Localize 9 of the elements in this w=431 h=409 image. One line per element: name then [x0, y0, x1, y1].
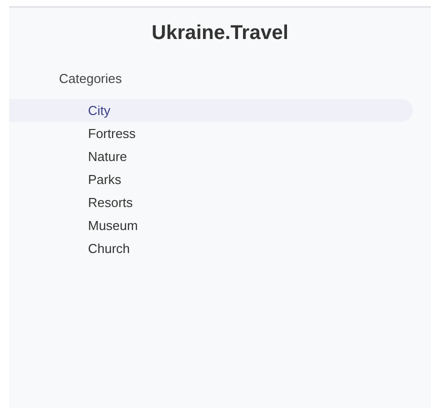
- category-item[interactable]: Parks: [9, 168, 413, 191]
- category-item[interactable]: Resorts: [9, 191, 413, 214]
- category-item[interactable]: City: [9, 99, 413, 122]
- category-item[interactable]: Church: [9, 237, 413, 260]
- category-item[interactable]: Fortress: [9, 122, 413, 145]
- category-item[interactable]: Nature: [9, 145, 413, 168]
- category-item[interactable]: Museum: [9, 214, 413, 237]
- app-title: Ukraine.Travel: [152, 21, 288, 46]
- section-heading: Categories: [59, 71, 122, 86]
